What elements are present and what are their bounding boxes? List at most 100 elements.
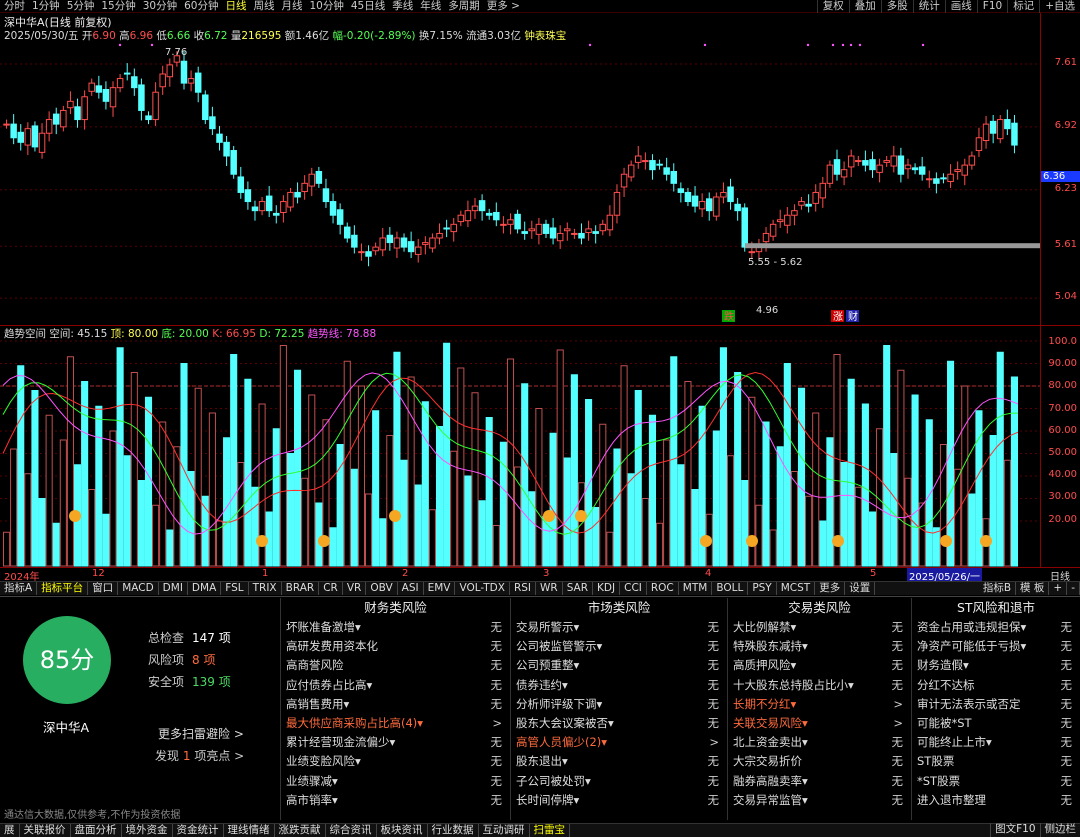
indicator-tab-6[interactable]: FSL <box>221 582 249 595</box>
indicator-tab-5[interactable]: DMA <box>188 582 222 595</box>
indicator-tab-2[interactable]: 窗口 <box>88 582 119 595</box>
indicator-right-tab-0[interactable]: 指标B <box>979 582 1017 595</box>
risk-item[interactable]: 长时间停牌▾ 无 <box>511 791 727 810</box>
bottom-right-0[interactable]: 图文F10 <box>990 823 1039 837</box>
timeframe-3[interactable]: 15分钟 <box>101 0 135 13</box>
highlight-link[interactable]: 发现 1 项亮点 > <box>155 747 244 764</box>
risk-item[interactable]: *ST股票 无 <box>912 772 1080 791</box>
tool-2[interactable]: 多股 <box>880 0 913 13</box>
bottom-tab-10[interactable]: 互动调研 <box>479 824 530 837</box>
more-scan-link[interactable]: 更多扫雷避险 > <box>158 725 244 742</box>
risk-item[interactable]: 高质押风险▾ 无 <box>728 656 911 675</box>
indicator-tab-9[interactable]: CR <box>319 582 343 595</box>
indicator-right-tab-3[interactable]: - <box>1067 582 1080 595</box>
indicator-tab-7[interactable]: TRIX <box>249 582 282 595</box>
bottom-tab-0[interactable]: 展 <box>0 824 20 837</box>
indicator-tab-10[interactable]: VR <box>343 582 367 595</box>
risk-item[interactable]: 可能终止上市▾ 无 <box>912 733 1080 752</box>
tool-3[interactable]: 统计 <box>912 0 945 13</box>
timeframe-8[interactable]: 月线 <box>282 0 303 13</box>
risk-item[interactable]: 交易所警示▾ 无 <box>511 618 727 637</box>
risk-item[interactable]: 融券高融卖率▾ 无 <box>728 772 911 791</box>
indicator-tab-16[interactable]: WR <box>536 582 563 595</box>
risk-item[interactable]: 高市销率▾ 无 <box>281 791 510 810</box>
timeframe-9[interactable]: 10分钟 <box>310 0 344 13</box>
risk-item[interactable]: 进入退市整理 无 <box>912 791 1080 810</box>
risk-item[interactable]: 股东大会议案被否▾ 无 <box>511 714 727 733</box>
risk-item[interactable]: 坏账准备激增▾ 无 <box>281 618 510 637</box>
tool-6[interactable]: 标记 <box>1007 0 1039 13</box>
risk-item[interactable]: 股东退出▾ 无 <box>511 752 727 771</box>
risk-item[interactable]: 债券违约▾ 无 <box>511 676 727 695</box>
indicator-tab-0[interactable]: 指标A <box>0 582 38 595</box>
risk-item[interactable]: 高管人员偏少(2)▾ > <box>511 733 727 752</box>
tool-0[interactable]: 复权 <box>816 0 849 13</box>
indicator-tab-17[interactable]: SAR <box>563 582 594 595</box>
risk-item[interactable]: 大宗交易折价 无 <box>728 752 911 771</box>
indicator-tab-21[interactable]: MTM <box>679 582 713 595</box>
indicator-tab-14[interactable]: VOL-TDX <box>455 582 510 595</box>
indicator-tab-24[interactable]: MCST <box>777 582 816 595</box>
risk-item[interactable]: 累计经营现金流偏少▾ 无 <box>281 733 510 752</box>
industry-tag[interactable]: 钟表珠宝 <box>524 30 566 42</box>
indicator-tab-25[interactable]: 更多 <box>815 582 846 595</box>
risk-item[interactable]: 财务造假▾ 无 <box>912 656 1080 675</box>
risk-item[interactable]: 关联交易风险▾ > <box>728 714 911 733</box>
indicator-tab-8[interactable]: BRAR <box>282 582 320 595</box>
risk-item[interactable]: 分析师评级下调▾ 无 <box>511 695 727 714</box>
indicator-right-tab-2[interactable]: + <box>1049 582 1068 595</box>
timeframe-12[interactable]: 年线 <box>420 0 441 13</box>
bottom-tab-4[interactable]: 资金统计 <box>173 824 224 837</box>
bottom-tab-11[interactable]: 扫雷宝 <box>530 824 570 837</box>
indicator-tab-15[interactable]: RSI <box>510 582 536 595</box>
indicator-tab-12[interactable]: ASI <box>398 582 424 595</box>
bottom-tab-7[interactable]: 综合资讯 <box>326 824 377 837</box>
indicator-tab-18[interactable]: KDJ <box>593 582 621 595</box>
indicator-tab-11[interactable]: OBV <box>366 582 398 595</box>
risk-item[interactable]: 公司被监管警示▾ 无 <box>511 637 727 656</box>
risk-item[interactable]: 可能被*ST 无 <box>912 714 1080 733</box>
timeframe-2[interactable]: 5分钟 <box>67 0 95 13</box>
timeframe-10[interactable]: 45日线 <box>351 0 385 13</box>
risk-item[interactable]: 业绩骤减▾ 无 <box>281 772 510 791</box>
tool-7[interactable]: +自选 <box>1039 0 1080 13</box>
indicator-right-tab-1[interactable]: 模 板 <box>1016 582 1050 595</box>
risk-item[interactable]: 公司预重整▾ 无 <box>511 656 727 675</box>
tool-1[interactable]: 叠加 <box>848 0 881 13</box>
risk-item[interactable]: ST股票 无 <box>912 752 1080 771</box>
candlestick-chart[interactable]: 7.76 4.96 5.55 - 5.62 跌 涨财 <box>0 13 1040 325</box>
bottom-tab-5[interactable]: 理线情绪 <box>224 824 275 837</box>
risk-item[interactable]: 分红不达标 无 <box>912 676 1080 695</box>
risk-item[interactable]: 资金占用或违规担保▾ 无 <box>912 618 1080 637</box>
indicator-tab-20[interactable]: ROC <box>647 582 679 595</box>
bottom-tab-8[interactable]: 板块资讯 <box>377 824 428 837</box>
timeframe-4[interactable]: 30分钟 <box>143 0 177 13</box>
indicator-tab-19[interactable]: CCI <box>620 582 647 595</box>
risk-item[interactable]: 交易异常监管▾ 无 <box>728 791 911 810</box>
bottom-tab-1[interactable]: 关联报价 <box>20 824 71 837</box>
indicator-tab-13[interactable]: EMV <box>424 582 456 595</box>
timeframe-11[interactable]: 季线 <box>392 0 413 13</box>
bottom-tab-9[interactable]: 行业数据 <box>428 824 479 837</box>
risk-item[interactable]: 审计无法表示或否定 无 <box>912 695 1080 714</box>
risk-item[interactable]: 高销售费用▾ 无 <box>281 695 510 714</box>
risk-item[interactable]: 高商誉风险 无 <box>281 656 510 675</box>
risk-item[interactable]: 十大股东总持股占比小▾ 无 <box>728 676 911 695</box>
timeframe-5[interactable]: 60分钟 <box>184 0 218 13</box>
risk-item[interactable]: 子公司被处罚▾ 无 <box>511 772 727 791</box>
bottom-right-1[interactable]: 侧边栏 <box>1039 823 1080 837</box>
risk-item[interactable]: 业绩变脸风险▾ 无 <box>281 752 510 771</box>
risk-item[interactable]: 高研发费用资本化 无 <box>281 637 510 656</box>
risk-item[interactable]: 应付债券占比高▾ 无 <box>281 676 510 695</box>
risk-item[interactable]: 北上资金卖出▾ 无 <box>728 733 911 752</box>
indicator-tab-3[interactable]: MACD <box>118 582 159 595</box>
risk-item[interactable]: 最大供应商采购占比高(4)▾ > <box>281 714 510 733</box>
indicator-tab-4[interactable]: DMI <box>159 582 188 595</box>
timeframe-0[interactable]: 分时 <box>4 0 25 13</box>
indicator-tab-26[interactable]: 设置 <box>845 582 876 595</box>
timeframe-14[interactable]: 更多 > <box>487 0 520 13</box>
bottom-tab-2[interactable]: 盘面分析 <box>71 824 122 837</box>
risk-item[interactable]: 长期不分红▾ > <box>728 695 911 714</box>
timeframe-7[interactable]: 周线 <box>254 0 275 13</box>
timeframe-6[interactable]: 日线 <box>226 0 247 13</box>
